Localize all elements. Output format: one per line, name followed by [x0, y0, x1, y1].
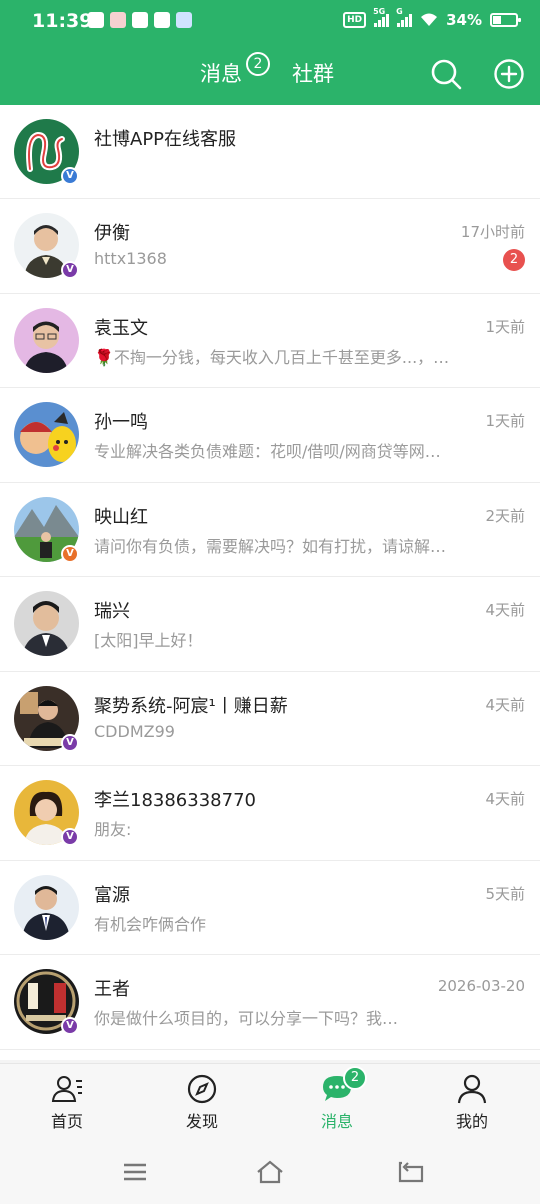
conversation-name: 伊衡	[94, 223, 130, 244]
tab-groups[interactable]: 社群	[292, 58, 334, 88]
conversation-name: 映山红	[94, 506, 148, 528]
avatar	[14, 307, 79, 373]
conversation-row[interactable]: V 李兰18386338770 朋友: 4天前	[0, 766, 540, 861]
conversation-preview: 你是做什么项目的，可以分享一下吗？我…	[94, 1009, 399, 1028]
search-icon[interactable]	[430, 58, 462, 90]
nav-mine-label: 我的	[455, 1112, 488, 1131]
nav-mine[interactable]: 我的	[432, 1072, 512, 1132]
user-friends-icon	[51, 1076, 82, 1102]
conversation-preview: 🌹不掏一分钱，每天收入几百上千甚至更多...，…	[94, 347, 450, 367]
avatar	[14, 402, 79, 467]
verified-badge: V	[61, 544, 79, 563]
conversation-name: 王者	[94, 979, 130, 1000]
conversation-name: 孙一鸣	[94, 412, 148, 433]
signal-g-icon: G	[396, 7, 413, 27]
conversation-row[interactable]: 孙一鸣 专业解决各类负债难题：花呗/借呗/网商贷等网… 1天前	[0, 388, 540, 483]
conversation-row[interactable]: V 映山红 请问你有负债，需要解决吗？如有打扰，请谅解… 2天前	[0, 483, 540, 577]
conversation-name: 聚势系统-阿宸¹丨赚日薪	[94, 695, 288, 717]
status-bar: 11:39 HD 5G G 34%	[0, 0, 540, 42]
back-icon[interactable]	[396, 1159, 426, 1185]
conversation-row[interactable]: 富源 有机会咋俩合作 5天前	[0, 861, 540, 955]
verified-badge: V	[61, 1017, 79, 1035]
conversation-time: 1天前	[485, 317, 525, 336]
nav-home-label: 首页	[50, 1112, 83, 1131]
tab-messages[interactable]: 消息	[200, 58, 242, 88]
conversation-row[interactable]: V 聚势系统-阿宸¹丨赚日薪 CDDMZ99 4天前	[0, 672, 540, 766]
conversation-name: 富源	[94, 884, 130, 906]
status-time: 11:39	[32, 10, 93, 32]
conversation-list: V 社博APP在线客服 V 伊衡 httx1368 17小时前 2 袁玉文 🌹不…	[0, 105, 540, 1060]
nav-messages-badge: 2	[343, 1066, 367, 1090]
chat-notification-icon	[176, 12, 192, 28]
add-icon[interactable]	[493, 58, 525, 90]
conversation-time: 4天前	[485, 790, 525, 808]
conversation-row[interactable]: 袁玉文 🌹不掏一分钱，每天收入几百上千甚至更多...，… 1天前	[0, 294, 540, 388]
conversation-preview: httx1368	[94, 249, 167, 268]
bottom-navigation: 首页 发现 2 消息 我的	[0, 1063, 540, 1141]
verified-badge: V	[61, 733, 79, 752]
menu-icon[interactable]	[120, 1159, 150, 1185]
verified-badge: V	[61, 828, 79, 846]
notification-icons	[88, 12, 192, 28]
wifi-icon	[421, 13, 438, 26]
top-app-bar: 11:39 HD 5G G 34% 消息 2 社群	[0, 0, 540, 105]
conversation-name: 李兰18386338770	[94, 790, 256, 811]
status-right: HD 5G G 34%	[343, 7, 521, 29]
conversation-row[interactable]: V 伊衡 httx1368 17小时前 2	[0, 199, 540, 294]
verified-badge: V	[61, 167, 79, 185]
wallet-notification-icon	[132, 12, 148, 28]
conversation-row[interactable]: V 王者 你是做什么项目的，可以分享一下吗？我… 2026-03-20	[0, 955, 540, 1050]
conversation-row[interactable]: V 社博APP在线客服	[0, 105, 540, 199]
conversation-name: 袁玉文	[94, 317, 148, 339]
home-icon[interactable]	[255, 1159, 285, 1185]
verified-badge: V	[61, 261, 79, 279]
conversation-preview: 专业解决各类负债难题：花呗/借呗/网商贷等网…	[94, 442, 441, 461]
nav-messages[interactable]: 2 消息	[297, 1066, 377, 1132]
unread-count-badge: 2	[503, 249, 525, 271]
battery-percent: 34%	[446, 11, 482, 29]
conversation-preview: [太阳]早上好！	[94, 631, 203, 650]
nav-messages-label: 消息	[320, 1112, 353, 1131]
conversation-name: 社博APP在线客服	[94, 129, 237, 150]
battery-icon	[490, 13, 521, 27]
avatar	[14, 591, 79, 656]
signal-5g-icon: 5G	[373, 7, 390, 27]
conversation-time: 2026-03-20	[437, 977, 525, 995]
conversation-preview: 朋友:	[94, 820, 132, 839]
conversation-time: 4天前	[485, 601, 525, 619]
nav-discover-label: 发现	[185, 1112, 218, 1131]
mail-notification-icon	[88, 12, 104, 28]
system-navigation-bar	[0, 1141, 540, 1204]
nav-home[interactable]: 首页	[27, 1072, 107, 1132]
leaf-notification-icon	[154, 12, 170, 28]
app-notification-icon	[110, 12, 126, 28]
conversation-time: 5天前	[485, 884, 525, 903]
conversation-preview: 有机会咋俩合作	[94, 914, 207, 934]
tab-messages-badge: 2	[246, 52, 270, 76]
conversation-preview: 请问你有负债，需要解决吗？如有打扰，请谅解…	[94, 536, 447, 556]
conversation-row[interactable]: 瑞兴 [太阳]早上好！ 4天前	[0, 577, 540, 672]
nav-discover[interactable]: 发现	[162, 1072, 242, 1132]
conversation-time: 4天前	[485, 695, 525, 714]
conversation-time: 1天前	[485, 412, 525, 430]
user-icon	[457, 1074, 487, 1104]
conversation-time: 2天前	[485, 506, 525, 525]
hd-icon: HD	[343, 12, 367, 28]
avatar	[14, 874, 79, 940]
conversation-time: 17小时前	[460, 223, 525, 241]
conversation-preview: CDDMZ99	[94, 721, 175, 741]
conversation-name: 瑞兴	[94, 601, 130, 622]
compass-icon	[187, 1074, 217, 1104]
